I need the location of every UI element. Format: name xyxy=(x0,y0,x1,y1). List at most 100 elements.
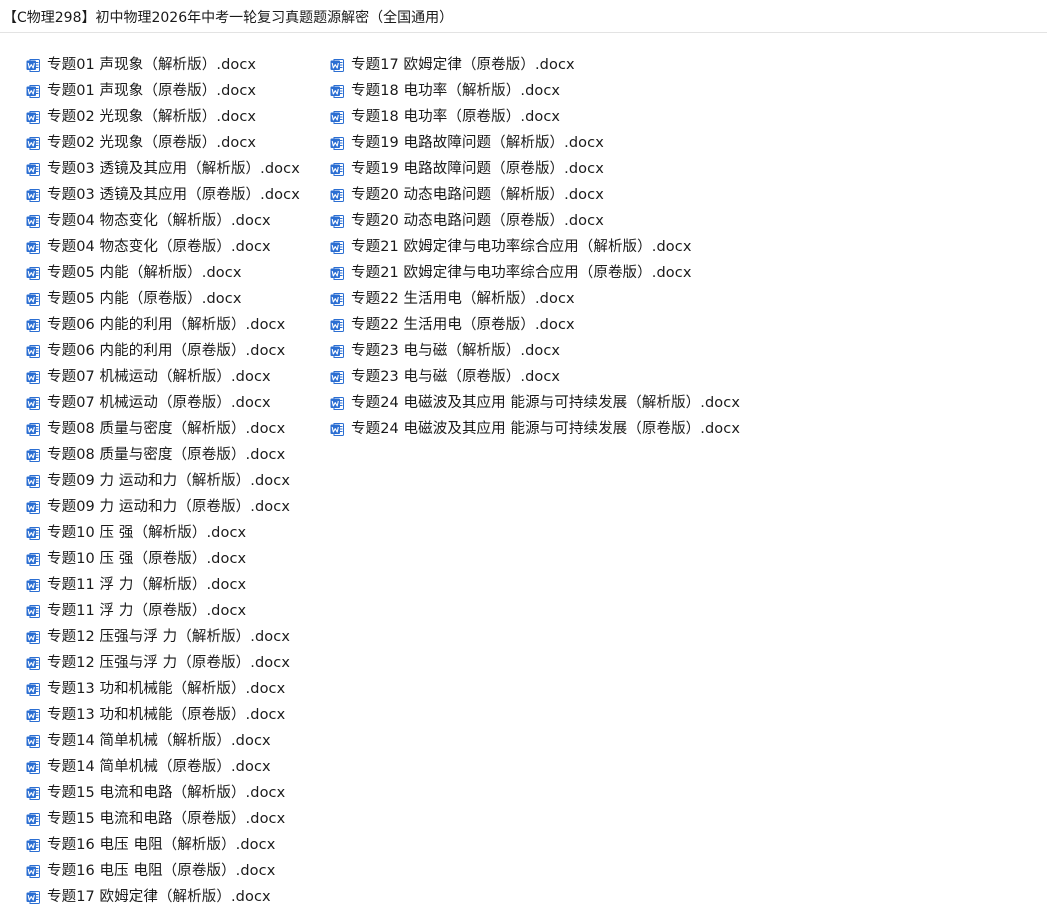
word-document-icon xyxy=(26,552,40,566)
file-item[interactable]: 专题14 简单机械（解析版）.docx xyxy=(26,728,300,754)
word-document-icon xyxy=(330,240,344,254)
file-item[interactable]: 专题01 声现象（解析版）.docx xyxy=(26,52,300,78)
file-item[interactable]: 专题23 电与磁（原卷版）.docx xyxy=(330,364,740,390)
file-item[interactable]: 专题24 电磁波及其应用 能源与可持续发展（原卷版）.docx xyxy=(330,416,740,442)
file-item[interactable]: 专题12 压强与浮 力（原卷版）.docx xyxy=(26,650,300,676)
file-item[interactable]: 专题09 力 运动和力（原卷版）.docx xyxy=(26,494,300,520)
file-item[interactable]: 专题17 欧姆定律（原卷版）.docx xyxy=(330,52,740,78)
file-item[interactable]: 专题18 电功率（原卷版）.docx xyxy=(330,104,740,130)
file-item[interactable]: 专题19 电路故障问题（原卷版）.docx xyxy=(330,156,740,182)
file-name: 专题19 电路故障问题（解析版）.docx xyxy=(351,135,604,151)
file-item[interactable]: 专题21 欧姆定律与电功率综合应用（解析版）.docx xyxy=(330,234,740,260)
file-name: 专题09 力 运动和力（原卷版）.docx xyxy=(47,499,291,515)
file-item[interactable]: 专题18 电功率（解析版）.docx xyxy=(330,78,740,104)
file-name: 专题14 简单机械（解析版）.docx xyxy=(47,733,271,749)
word-document-icon xyxy=(26,136,40,150)
file-name: 专题24 电磁波及其应用 能源与可持续发展（原卷版）.docx xyxy=(351,421,741,437)
file-item[interactable]: 专题13 功和机械能（原卷版）.docx xyxy=(26,702,300,728)
word-document-icon xyxy=(26,240,40,254)
file-item[interactable]: 专题19 电路故障问题（解析版）.docx xyxy=(330,130,740,156)
file-item[interactable]: 专题16 电压 电阻（原卷版）.docx xyxy=(26,858,300,884)
file-item[interactable]: 专题24 电磁波及其应用 能源与可持续发展（解析版）.docx xyxy=(330,390,740,416)
file-name: 专题08 质量与密度（原卷版）.docx xyxy=(47,447,286,463)
file-name: 专题05 内能（解析版）.docx xyxy=(47,265,242,281)
word-document-icon xyxy=(26,630,40,644)
file-item[interactable]: 专题08 质量与密度（解析版）.docx xyxy=(26,416,300,442)
file-item[interactable]: 专题05 内能（解析版）.docx xyxy=(26,260,300,286)
file-name: 专题15 电流和电路（原卷版）.docx xyxy=(47,811,286,827)
file-item[interactable]: 专题17 欧姆定律（解析版）.docx xyxy=(26,884,300,910)
file-item[interactable]: 专题07 机械运动（解析版）.docx xyxy=(26,364,300,390)
word-document-icon xyxy=(330,84,344,98)
file-item[interactable]: 专题23 电与磁（解析版）.docx xyxy=(330,338,740,364)
file-item[interactable]: 专题04 物态变化（解析版）.docx xyxy=(26,208,300,234)
file-name: 专题10 压 强（解析版）.docx xyxy=(47,525,247,541)
word-document-icon xyxy=(26,370,40,384)
file-name: 专题07 机械运动（原卷版）.docx xyxy=(47,395,271,411)
word-document-icon xyxy=(26,162,40,176)
file-name: 专题18 电功率（原卷版）.docx xyxy=(351,109,561,125)
file-item[interactable]: 专题06 内能的利用（原卷版）.docx xyxy=(26,338,300,364)
file-name: 专题05 内能（原卷版）.docx xyxy=(47,291,242,307)
file-item[interactable]: 专题15 电流和电路（解析版）.docx xyxy=(26,780,300,806)
file-name: 专题15 电流和电路（解析版）.docx xyxy=(47,785,286,801)
word-document-icon xyxy=(26,318,40,332)
word-document-icon xyxy=(26,864,40,878)
file-name: 专题21 欧姆定律与电功率综合应用（解析版）.docx xyxy=(351,239,692,255)
word-document-icon xyxy=(26,474,40,488)
word-document-icon xyxy=(26,396,40,410)
file-name: 专题11 浮 力（原卷版）.docx xyxy=(47,603,247,619)
file-item[interactable]: 专题12 压强与浮 力（解析版）.docx xyxy=(26,624,300,650)
file-item[interactable]: 专题07 机械运动（原卷版）.docx xyxy=(26,390,300,416)
file-item[interactable]: 专题13 功和机械能（解析版）.docx xyxy=(26,676,300,702)
file-item[interactable]: 专题02 光现象（原卷版）.docx xyxy=(26,130,300,156)
file-name: 专题01 声现象（原卷版）.docx xyxy=(47,83,257,99)
word-document-icon xyxy=(26,682,40,696)
word-document-icon xyxy=(26,110,40,124)
file-name: 专题13 功和机械能（原卷版）.docx xyxy=(47,707,286,723)
file-name: 专题02 光现象（解析版）.docx xyxy=(47,109,257,125)
file-item[interactable]: 专题08 质量与密度（原卷版）.docx xyxy=(26,442,300,468)
file-name: 专题01 声现象（解析版）.docx xyxy=(47,57,257,73)
word-document-icon xyxy=(26,292,40,306)
file-item[interactable]: 专题20 动态电路问题（原卷版）.docx xyxy=(330,208,740,234)
file-item[interactable]: 专题06 内能的利用（解析版）.docx xyxy=(26,312,300,338)
file-item[interactable]: 专题14 简单机械（原卷版）.docx xyxy=(26,754,300,780)
file-item[interactable]: 专题03 透镜及其应用（解析版）.docx xyxy=(26,156,300,182)
file-name: 专题14 简单机械（原卷版）.docx xyxy=(47,759,271,775)
file-name: 专题04 物态变化（解析版）.docx xyxy=(47,213,271,229)
word-document-icon xyxy=(330,162,344,176)
file-item[interactable]: 专题10 压 强（解析版）.docx xyxy=(26,520,300,546)
file-item[interactable]: 专题22 生活用电（原卷版）.docx xyxy=(330,312,740,338)
word-document-icon xyxy=(26,422,40,436)
file-item[interactable]: 专题16 电压 电阻（解析版）.docx xyxy=(26,832,300,858)
window-title-bar: 【C物理298】初中物理2026年中考一轮复习真题题源解密（全国通用） xyxy=(0,0,1047,33)
file-item[interactable]: 专题11 浮 力（原卷版）.docx xyxy=(26,598,300,624)
file-item[interactable]: 专题01 声现象（原卷版）.docx xyxy=(26,78,300,104)
word-document-icon xyxy=(330,292,344,306)
file-item[interactable]: 专题02 光现象（解析版）.docx xyxy=(26,104,300,130)
file-item[interactable]: 专题20 动态电路问题（解析版）.docx xyxy=(330,182,740,208)
word-document-icon xyxy=(26,58,40,72)
file-list-right-column: 专题17 欧姆定律（原卷版）.docx 专题18 电功率（解析版）.docx 专题1… xyxy=(330,52,740,442)
word-document-icon xyxy=(330,422,344,436)
file-item[interactable]: 专题04 物态变化（原卷版）.docx xyxy=(26,234,300,260)
file-item[interactable]: 专题11 浮 力（解析版）.docx xyxy=(26,572,300,598)
file-item[interactable]: 专题05 内能（原卷版）.docx xyxy=(26,286,300,312)
file-item[interactable]: 专题15 电流和电路（原卷版）.docx xyxy=(26,806,300,832)
file-name: 专题24 电磁波及其应用 能源与可持续发展（解析版）.docx xyxy=(351,395,741,411)
word-document-icon xyxy=(330,188,344,202)
file-item[interactable]: 专题03 透镜及其应用（原卷版）.docx xyxy=(26,182,300,208)
file-name: 专题13 功和机械能（解析版）.docx xyxy=(47,681,286,697)
file-name: 专题12 压强与浮 力（解析版）.docx xyxy=(47,629,291,645)
file-list-left-column: 专题01 声现象（解析版）.docx 专题01 声现象（原卷版）.docx 专题02… xyxy=(26,52,300,910)
file-name: 专题20 动态电路问题（原卷版）.docx xyxy=(351,213,604,229)
file-item[interactable]: 专题09 力 运动和力（解析版）.docx xyxy=(26,468,300,494)
word-document-icon xyxy=(26,604,40,618)
word-document-icon xyxy=(26,760,40,774)
word-document-icon xyxy=(26,708,40,722)
file-name: 专题20 动态电路问题（解析版）.docx xyxy=(351,187,604,203)
file-item[interactable]: 专题21 欧姆定律与电功率综合应用（原卷版）.docx xyxy=(330,260,740,286)
file-item[interactable]: 专题10 压 强（原卷版）.docx xyxy=(26,546,300,572)
file-item[interactable]: 专题22 生活用电（解析版）.docx xyxy=(330,286,740,312)
